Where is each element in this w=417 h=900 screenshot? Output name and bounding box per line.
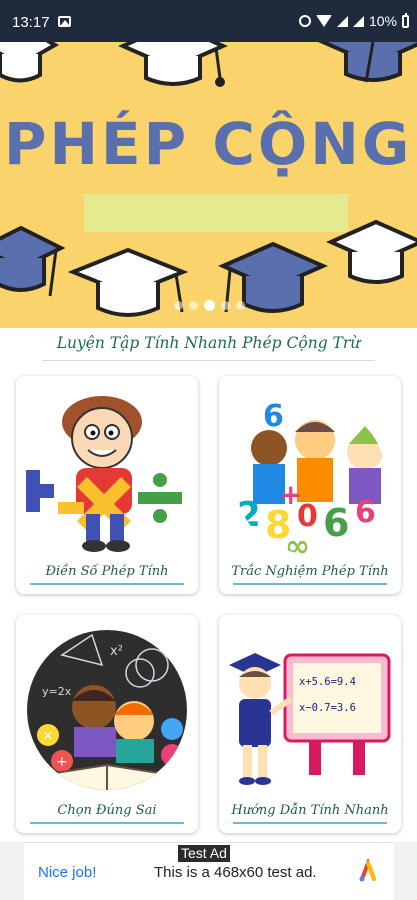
carousel-dot[interactable] (221, 301, 230, 310)
banner-placeholder-box (84, 194, 348, 232)
svg-text:×: × (42, 728, 54, 744)
carousel-dot[interactable] (236, 301, 245, 310)
adchoices-logo[interactable] (356, 859, 380, 883)
graduation-cap-icon (318, 42, 417, 83)
kids-with-numbers-illustration: 2 8 0 6 6 + ∞ 6 (234, 399, 386, 556)
ad-headline[interactable]: Nice job! (38, 864, 96, 881)
graduate-with-board-illustration: x+5.6=9.4 x−0.7=3.6 (229, 653, 391, 785)
card-true-false[interactable]: x² y=2x × + Chọn Đúng Sai (16, 615, 198, 833)
signal-icon-2 (352, 15, 364, 27)
graduation-cap-icon (326, 219, 417, 284)
status-bar: 13:17 10% (0, 0, 417, 42)
kids-reading-chalkboard-illustration: x² y=2x × + (27, 630, 187, 790)
card-label: Hướng Dẫn Tính Nhanh (231, 803, 389, 818)
ad-tag: Test Ad (178, 845, 230, 862)
svg-text:x²: x² (110, 644, 123, 659)
banner-title: PHÉP CỘNG (4, 110, 413, 178)
battery-icon (402, 12, 409, 28)
board-equation-2: x−0.7=3.6 (299, 702, 356, 714)
card-underline (233, 822, 387, 824)
svg-text:∞: ∞ (285, 529, 310, 556)
status-time: 13:17 (12, 14, 50, 31)
banner-carousel[interactable]: PHÉP CỘNG (0, 42, 417, 328)
card-quick-guide[interactable]: x+5.6=9.4 x−0.7=3.6 Hướng Dẫn Tính Nhanh (219, 615, 401, 833)
graduation-cap-icon (118, 42, 228, 87)
carousel-indicator[interactable] (174, 300, 245, 311)
divider (42, 360, 375, 361)
page-subtitle: Luyện Tập Tính Nhanh Phép Cộng Trừ (56, 334, 361, 352)
graduation-cap-icon (218, 241, 328, 313)
card-label: Điền Số Phép Tính (45, 564, 169, 579)
card-underline (30, 583, 184, 585)
graduation-cap-icon (0, 225, 66, 297)
svg-text:y=2x: y=2x (42, 685, 72, 698)
card-label: Chọn Đúng Sai (57, 803, 157, 818)
carousel-dot[interactable] (174, 301, 183, 310)
carousel-dot[interactable] (189, 301, 198, 310)
card-quiz[interactable]: 2 8 0 6 6 + ∞ 6 Trắc Nghiệm Phép Tính (219, 376, 401, 594)
alarm-icon (298, 15, 311, 27)
svg-text:+: + (56, 754, 68, 770)
card-label: Trắc Nghiệm Phép Tính (231, 564, 389, 579)
ad-body-text[interactable]: This is a 468x60 test ad. (154, 864, 317, 881)
svg-text:6: 6 (323, 501, 349, 545)
carousel-dot-active[interactable] (204, 300, 215, 311)
wifi-icon (315, 15, 332, 27)
card-underline (233, 583, 387, 585)
board-equation-1: x+5.6=9.4 (299, 676, 356, 688)
status-icons: 10% (298, 12, 409, 29)
card-underline (30, 822, 184, 824)
math-operators-boy-illustration (26, 396, 182, 552)
card-fill-in-number[interactable]: Điền Số Phép Tính (16, 376, 198, 594)
svg-text:2: 2 (237, 495, 261, 535)
graduation-cap-icon (0, 42, 60, 83)
battery-percent: 10% (368, 13, 397, 29)
gallery-icon (58, 16, 71, 27)
signal-icon (336, 15, 348, 27)
svg-text:+: + (279, 478, 302, 511)
svg-text:6: 6 (263, 399, 284, 434)
graduation-cap-icon (68, 247, 188, 317)
svg-text:6: 6 (355, 495, 376, 530)
